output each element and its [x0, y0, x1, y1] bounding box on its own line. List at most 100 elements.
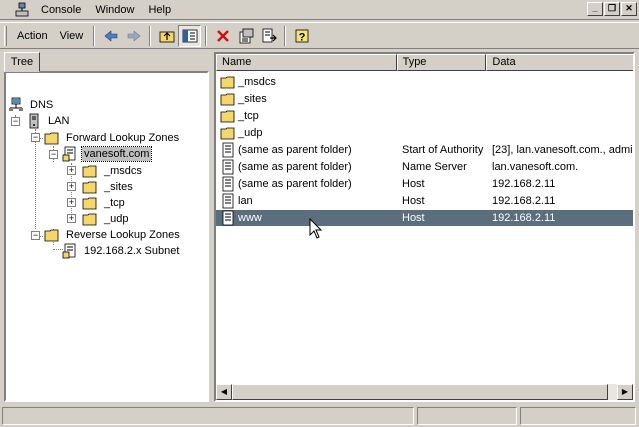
collapse-toggle[interactable]: −	[31, 133, 40, 142]
tree-node-sites[interactable]: _sites	[82, 179, 135, 195]
tree-node-vanesoft[interactable]: vanesoft.com	[62, 146, 153, 162]
record-name: www	[238, 212, 262, 224]
delete-icon	[216, 29, 229, 42]
export-list-icon	[262, 28, 277, 42]
toolbar-separator	[149, 25, 152, 46]
record-icon	[222, 159, 234, 175]
list-item[interactable]: (same as parent folder) Name Server lan.…	[216, 159, 633, 175]
tree-node-lan[interactable]: LAN	[26, 113, 71, 129]
status-panel-main	[2, 407, 414, 425]
list-item[interactable]: _sites	[216, 91, 633, 107]
tree-label: _udp	[104, 213, 129, 225]
folder-icon	[220, 110, 235, 123]
up-one-level-button[interactable]	[155, 25, 178, 47]
tree-node-tcp[interactable]: _tcp	[82, 195, 127, 211]
folder-icon	[44, 132, 59, 145]
expand-toggle[interactable]: +	[67, 214, 76, 223]
list-header: Name Type Data	[216, 54, 633, 71]
record-name: (same as parent folder)	[238, 161, 352, 173]
list-item[interactable]: lan Host 192.168.2.11	[216, 193, 633, 209]
svg-text:?: ?	[298, 31, 305, 43]
record-icon	[222, 176, 234, 192]
expand-toggle[interactable]: +	[67, 198, 76, 207]
scroll-left-button[interactable]: ◀	[216, 384, 232, 400]
toolbar-separator	[205, 25, 208, 46]
tree-node-msdcs[interactable]: _msdcs	[82, 163, 144, 179]
record-type	[402, 74, 490, 90]
tree-node-reverse-lookup-zones[interactable]: Reverse Lookup Zones	[44, 227, 182, 243]
dns-computer-icon	[9, 97, 23, 111]
status-bar	[0, 405, 639, 427]
mdi-window-controls: _ ❐ ✕	[587, 2, 637, 16]
list-item[interactable]: _msdcs	[216, 74, 633, 90]
tree-node-dns[interactable]: DNS	[8, 97, 55, 113]
horizontal-scrollbar[interactable]: ◀ ▶	[216, 384, 633, 400]
expand-toggle[interactable]: +	[67, 182, 76, 191]
records-list-view[interactable]: Name Type Data _msdcs _sites _tcp _udp (…	[214, 52, 635, 402]
record-type: Start of Authority	[402, 144, 484, 156]
list-item[interactable]: _tcp	[216, 108, 633, 124]
tree-node-subnet[interactable]: 192.168.2.x Subnet	[62, 243, 181, 259]
record-data	[492, 91, 633, 107]
folder-icon	[82, 181, 97, 194]
action-menu[interactable]: Action	[11, 26, 54, 46]
folder-icon	[220, 93, 235, 106]
record-name: (same as parent folder)	[238, 144, 352, 156]
properties-icon	[239, 28, 254, 43]
properties-button[interactable]	[234, 25, 257, 47]
menu-window[interactable]: Window	[88, 1, 141, 19]
tab-tree[interactable]: Tree	[4, 52, 40, 72]
status-panel	[417, 407, 517, 425]
tree-label: _tcp	[104, 197, 125, 209]
record-name: _udp	[238, 127, 263, 139]
delete-button[interactable]	[211, 25, 234, 47]
collapse-toggle[interactable]: −	[31, 231, 40, 240]
tree-node-forward-lookup-zones[interactable]: Forward Lookup Zones	[44, 130, 181, 146]
record-name: _tcp	[238, 110, 259, 122]
tree-label: 192.168.2.x Subnet	[84, 245, 180, 257]
folder-icon	[220, 76, 235, 89]
tree-pane: Tree DNS − LAN − Forward Lookup Zones − …	[4, 52, 209, 402]
record-type: Host	[402, 195, 425, 207]
list-item[interactable]: _udp	[216, 125, 633, 141]
collapse-toggle[interactable]: −	[49, 150, 58, 159]
record-type	[402, 108, 490, 124]
toolbar: Action View ?	[0, 22, 639, 49]
expand-toggle[interactable]: +	[67, 166, 76, 175]
menu-console[interactable]: Console	[34, 1, 88, 19]
column-header-data[interactable]: Data	[486, 54, 633, 71]
folder-icon	[82, 213, 97, 226]
record-data	[492, 125, 633, 141]
list-item[interactable]: (same as parent folder) Start of Authori…	[216, 142, 633, 158]
help-button[interactable]: ?	[290, 25, 313, 47]
record-type: Name Server	[402, 161, 467, 173]
back-button[interactable]	[99, 25, 122, 47]
export-list-button[interactable]	[257, 25, 280, 47]
back-arrow-icon	[104, 29, 118, 42]
column-header-type[interactable]: Type	[396, 54, 487, 71]
tree-label: Reverse Lookup Zones	[66, 229, 180, 241]
toolbar-grip[interactable]	[4, 25, 7, 46]
tree-label: DNS	[30, 99, 54, 111]
restore-button[interactable]: ❐	[604, 2, 620, 16]
list-item-selected[interactable]: www Host 192.168.2.11	[216, 210, 633, 226]
list-item[interactable]: (same as parent folder) Host 192.168.2.1…	[216, 176, 633, 192]
forward-button[interactable]	[122, 25, 145, 47]
scroll-right-button[interactable]: ▶	[617, 384, 633, 400]
tree-node-udp[interactable]: _udp	[82, 211, 130, 227]
column-header-name[interactable]: Name	[216, 54, 397, 71]
zone-icon	[62, 243, 76, 259]
status-panel	[520, 407, 636, 425]
tree-label: _sites	[104, 181, 133, 193]
show-hide-tree-button[interactable]	[178, 24, 202, 47]
view-menu[interactable]: View	[54, 26, 90, 46]
menu-help[interactable]: Help	[141, 1, 178, 19]
record-data: 192.168.2.11	[492, 178, 556, 190]
close-button[interactable]: ✕	[621, 2, 637, 16]
tree-view[interactable]: DNS − LAN − Forward Lookup Zones − vanes…	[4, 71, 209, 402]
scroll-thumb[interactable]	[232, 384, 608, 400]
minimize-button[interactable]: _	[587, 2, 603, 16]
collapse-toggle[interactable]: −	[11, 117, 20, 126]
mouse-cursor-icon	[309, 218, 323, 239]
record-name: (same as parent folder)	[238, 178, 352, 190]
